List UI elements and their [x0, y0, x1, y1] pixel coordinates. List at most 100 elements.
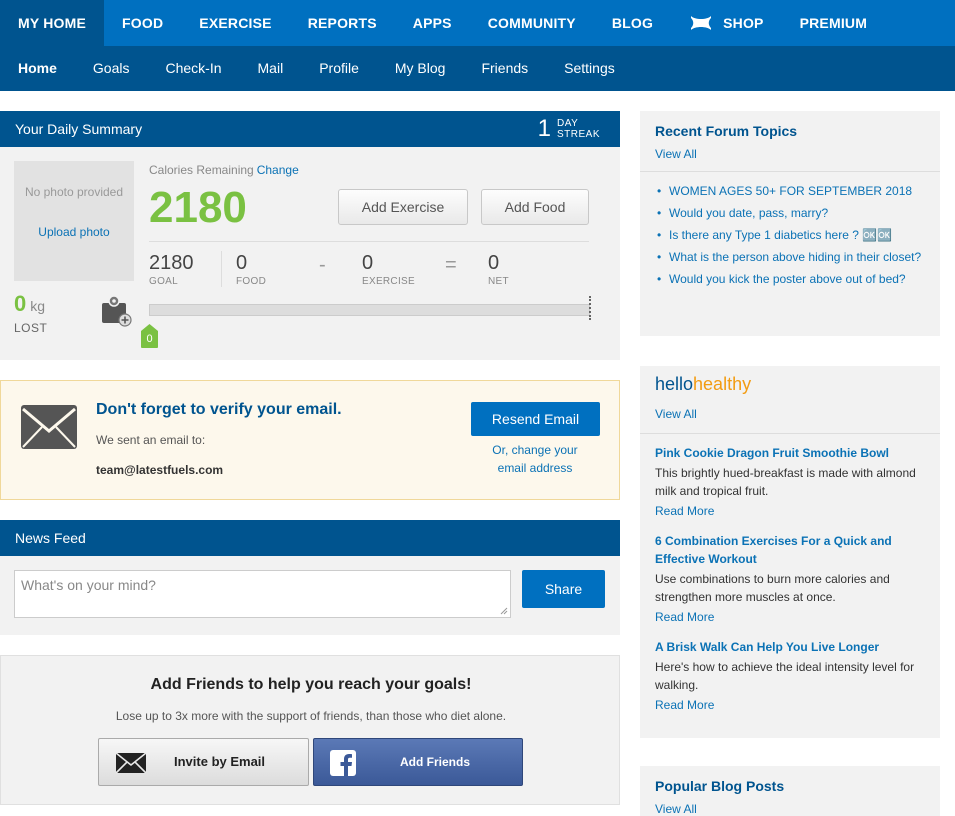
nav-shop[interactable]: SHOP [671, 0, 781, 46]
change-email-line-2: email address [497, 461, 573, 475]
change-email-link[interactable]: Or, change your email address [471, 441, 599, 477]
status-update-input[interactable]: What's on your mind? [14, 570, 511, 618]
daily-summary-header: Your Daily Summary 1 DAY STREAK [0, 111, 620, 147]
minus-operator: - [319, 254, 326, 276]
subnav-check-in[interactable]: Check-In [147, 46, 239, 91]
summary-divider [149, 241, 589, 242]
add-friends-label: Add Friends [400, 755, 471, 769]
equals-operator: = [445, 254, 457, 276]
weight-lost-unit: kg [30, 298, 46, 314]
hello-healthy-logo[interactable]: hellohealthy [655, 374, 751, 395]
blog-posts-title: Popular Blog Posts [655, 778, 785, 794]
article-read-more-link[interactable]: Read More [655, 610, 930, 624]
facebook-icon [330, 750, 356, 776]
logo-healthy: healthy [693, 374, 752, 394]
subnav-friends[interactable]: Friends [463, 46, 546, 91]
forum-topic-link[interactable]: Would you date, pass, marry? [655, 205, 930, 221]
article-item: 6 Combination Exercises For a Quick and … [655, 532, 930, 624]
verify-email-sent-text: We sent an email to: [96, 433, 206, 447]
subnav-goals[interactable]: Goals [75, 46, 148, 91]
food-label: FOOD [236, 276, 267, 287]
resize-grip-icon[interactable] [500, 607, 508, 615]
add-exercise-button[interactable]: Add Exercise [338, 189, 468, 225]
net-stat: 0 NET [488, 252, 509, 287]
profile-photo-placeholder: No photo provided Upload photo [14, 161, 134, 281]
add-food-button[interactable]: Add Food [481, 189, 589, 225]
news-feed-panel: News Feed What's on your mind? Share [0, 520, 620, 635]
envelope-icon [21, 405, 77, 449]
streak-badge: 1 DAY STREAK [538, 115, 600, 143]
email-envelope-icon [115, 752, 147, 774]
hello-healthy-divider [640, 433, 940, 434]
forum-topic-link[interactable]: Would you kick the poster above out of b… [655, 271, 930, 287]
goal-stat: 2180 GOAL [149, 252, 194, 287]
change-goal-link[interactable]: Change [257, 163, 299, 177]
no-photo-text: No photo provided [24, 185, 124, 199]
change-email-line-1: Or, change your [492, 443, 578, 457]
nav-shop-label: SHOP [723, 15, 764, 31]
nav-apps[interactable]: APPS [395, 0, 470, 46]
forum-topic-link[interactable]: What is the person above hiding in their… [655, 249, 930, 265]
progress-marker-value: 0 [146, 333, 153, 345]
nav-blog[interactable]: BLOG [594, 0, 671, 46]
article-title-link[interactable]: A Brisk Walk Can Help You Live Longer [655, 638, 930, 656]
progress-marker: 0 [138, 323, 161, 349]
subnav-my-blog[interactable]: My Blog [377, 46, 464, 91]
calorie-progress-bar [149, 304, 590, 316]
nav-premium[interactable]: PREMIUM [782, 0, 886, 46]
blog-view-all-link[interactable]: View All [655, 802, 697, 816]
logo-hello: hello [655, 374, 694, 394]
forum-topic-link[interactable]: Is there any Type 1 diabetics here ? 🆗🆗 [655, 227, 930, 243]
hello-healthy-panel: hellohealthy View All Pink Cookie Dragon… [640, 366, 940, 738]
recent-forum-topics-panel: Recent Forum Topics View All WOMEN AGES … [640, 111, 940, 336]
subnav-mail[interactable]: Mail [240, 46, 302, 91]
streak-label-streak: STREAK [556, 129, 600, 140]
sub-nav: Home Goals Check-In Mail Profile My Blog… [0, 46, 955, 91]
subnav-profile[interactable]: Profile [301, 46, 377, 91]
nav-food[interactable]: FOOD [104, 0, 181, 46]
subnav-settings[interactable]: Settings [546, 46, 633, 91]
verify-email-title: Don't forget to verify your email. [96, 401, 342, 418]
article-title-link[interactable]: Pink Cookie Dragon Fruit Smoothie Bowl [655, 444, 930, 462]
subnav-home[interactable]: Home [0, 46, 75, 91]
forum-topics-title: Recent Forum Topics [655, 123, 798, 139]
article-description: This brightly hued-breakfast is made wit… [655, 466, 916, 498]
resend-email-button[interactable]: Resend Email [471, 402, 600, 436]
streak-label-day: DAY [556, 118, 579, 129]
article-description: Here's how to achieve the ideal intensit… [655, 660, 915, 692]
forum-topic-link[interactable]: WOMEN AGES 50+ FOR SEPTEMBER 2018 [655, 183, 930, 199]
goal-label: GOAL [149, 276, 178, 287]
nav-community[interactable]: COMMUNITY [470, 0, 594, 46]
forum-divider [640, 171, 940, 172]
net-value: 0 [488, 252, 500, 274]
nav-exercise[interactable]: EXERCISE [181, 0, 289, 46]
invite-by-email-button[interactable]: Invite by Email [98, 738, 309, 786]
daily-summary-title: Your Daily Summary [15, 121, 143, 137]
article-title-link[interactable]: 6 Combination Exercises For a Quick and … [655, 532, 930, 568]
food-value: 0 [236, 252, 248, 274]
share-button[interactable]: Share [522, 570, 605, 608]
add-facebook-friends-button[interactable]: Add Friends [313, 738, 523, 786]
verify-email-address: team@latestfuels.com [96, 463, 224, 477]
hello-healthy-view-all-link[interactable]: View All [655, 407, 697, 421]
weight-lost-label: LOST [14, 321, 48, 335]
article-read-more-link[interactable]: Read More [655, 698, 930, 712]
top-nav: MY HOME FOOD EXERCISE REPORTS APPS COMMU… [0, 0, 955, 46]
weight-lost-value: 0 [14, 291, 27, 316]
goal-value: 2180 [149, 252, 194, 274]
stat-divider [221, 251, 222, 287]
upload-photo-link[interactable]: Upload photo [14, 225, 134, 239]
add-friends-title: Add Friends to help you reach your goals… [150, 676, 472, 693]
popular-blog-posts-panel: Popular Blog Posts View All [640, 766, 940, 816]
status-update-placeholder: What's on your mind? [21, 577, 156, 593]
forum-view-all-link[interactable]: View All [655, 147, 697, 161]
nav-reports[interactable]: REPORTS [290, 0, 395, 46]
exercise-label: EXERCISE [362, 276, 415, 287]
daily-summary-panel: Your Daily Summary 1 DAY STREAK No photo… [0, 111, 620, 360]
exercise-stat: 0 EXERCISE [362, 252, 415, 287]
article-read-more-link[interactable]: Read More [655, 504, 930, 518]
nav-my-home[interactable]: MY HOME [0, 0, 105, 46]
article-description: Use combinations to burn more calories a… [655, 572, 890, 604]
check-in-scale-icon[interactable] [101, 295, 133, 327]
streak-count: 1 [537, 115, 551, 142]
